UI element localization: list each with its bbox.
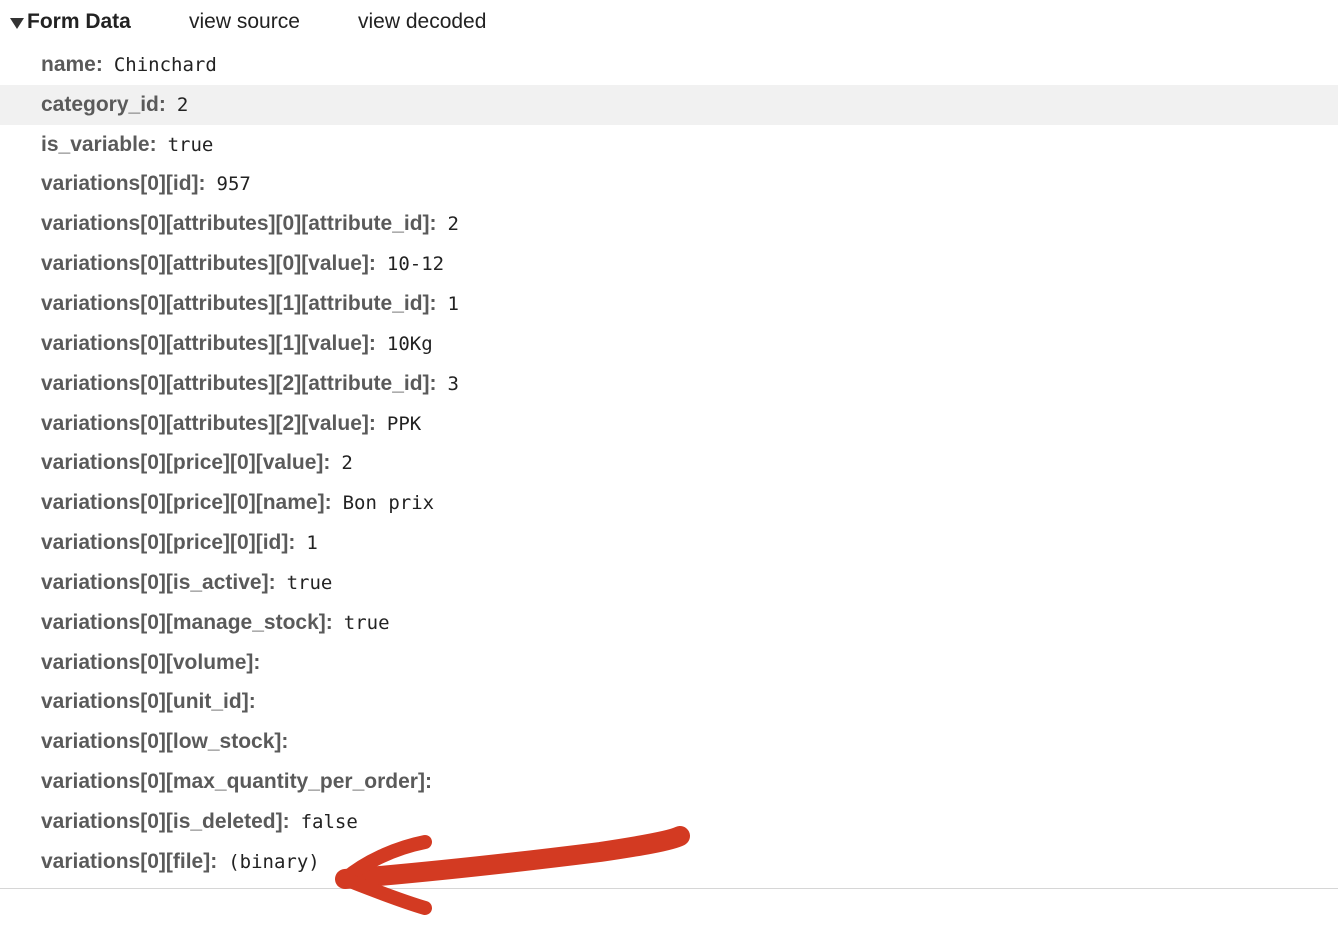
form-data-header: Form Data view source view decoded xyxy=(0,0,1338,44)
form-data-row: variations[0][volume]: xyxy=(0,643,1338,683)
form-data-row: variations[0][manage_stock]: true xyxy=(0,603,1338,643)
form-data-separator: : xyxy=(368,252,376,276)
form-data-toggle[interactable]: Form Data xyxy=(10,9,131,35)
form-data-row: variations[0][unit_id]: xyxy=(0,683,1338,723)
form-data-row: variations[0][file]: (binary) xyxy=(0,842,1338,882)
form-data-value: (binary) xyxy=(228,850,320,873)
form-data-key: is_variable xyxy=(41,132,150,156)
form-data-separator: : xyxy=(158,92,166,116)
form-data-key: variations[0][is_deleted] xyxy=(41,809,283,833)
form-data-separator: : xyxy=(288,531,296,555)
form-data-separator: : xyxy=(429,212,437,236)
form-data-separator: : xyxy=(324,491,332,515)
form-data-list: name: Chinchard category_id:2 is_variable: t… xyxy=(0,45,1338,882)
form-data-value: 3 xyxy=(447,372,459,395)
form-data-row: variations[0][id]:957 xyxy=(0,165,1338,205)
form-data-row: variations[0][attributes][1][value]:10Kg xyxy=(0,324,1338,364)
form-data-separator: : xyxy=(248,690,256,714)
form-data-separator: : xyxy=(282,809,290,833)
form-data-separator: : xyxy=(368,331,376,355)
form-data-key: variations[0][price][0][value] xyxy=(41,451,324,475)
form-data-separator: : xyxy=(429,371,437,395)
form-data-row: variations[0][max_quantity_per_order]: xyxy=(0,762,1338,802)
form-data-key: variations[0][is_active] xyxy=(41,570,269,594)
form-data-row: variations[0][is_deleted]: false xyxy=(0,802,1338,842)
form-data-key: variations[0][id] xyxy=(41,172,199,196)
section-divider xyxy=(0,888,1338,889)
form-data-row: variations[0][attributes][0][value]:10-1… xyxy=(0,244,1338,284)
form-data-value: 1 xyxy=(447,292,459,315)
form-data-separator: : xyxy=(198,172,206,196)
form-data-key: variations[0][attributes][1][attribute_i… xyxy=(41,291,430,315)
form-data-key: variations[0][low_stock] xyxy=(41,730,282,754)
arrow-head-bottom xyxy=(338,872,432,915)
form-data-row: variations[0][attributes][2][value]: PPK xyxy=(0,404,1338,444)
view-decoded-link[interactable]: view decoded xyxy=(358,9,486,35)
form-data-separator: : xyxy=(323,451,331,475)
form-data-separator: : xyxy=(253,650,261,674)
form-data-separator: : xyxy=(210,849,218,873)
form-data-value: Chinchard xyxy=(113,53,217,76)
form-data-separator: : xyxy=(281,730,289,754)
form-data-value: 957 xyxy=(216,173,251,196)
section-title: Form Data xyxy=(27,10,131,33)
form-data-value: 2 xyxy=(447,213,459,236)
form-data-key: variations[0][attributes][1][value] xyxy=(41,331,369,355)
triangle-down-icon xyxy=(10,17,24,29)
form-data-row: variations[0][price][0][name]: Bon prix xyxy=(0,483,1338,523)
form-data-row: variations[0][low_stock]: xyxy=(0,722,1338,762)
form-data-value: 10Kg xyxy=(386,332,433,355)
form-data-separator: : xyxy=(325,610,333,634)
form-data-separator: : xyxy=(95,52,103,76)
form-data-key: variations[0][max_quantity_per_order] xyxy=(41,770,425,794)
form-data-row: variations[0][attributes][2][attribute_i… xyxy=(0,364,1338,404)
form-data-value: false xyxy=(300,810,358,833)
form-data-value: 1 xyxy=(306,532,318,555)
view-source-link[interactable]: view source xyxy=(189,9,300,35)
form-data-value: true xyxy=(343,611,390,634)
form-data-row: variations[0][price][0][id]:1 xyxy=(0,523,1338,563)
form-data-key: name xyxy=(41,52,96,76)
form-data-key: variations[0][file] xyxy=(41,849,211,873)
form-data-row: variations[0][attributes][0][attribute_i… xyxy=(0,204,1338,244)
form-data-separator: : xyxy=(429,291,437,315)
form-data-key: variations[0][volume] xyxy=(41,650,254,674)
form-data-value: 2 xyxy=(341,452,353,475)
form-data-key: category_id xyxy=(41,92,159,116)
form-data-key: variations[0][attributes][2][value] xyxy=(41,411,369,435)
form-data-separator: : xyxy=(268,570,276,594)
form-data-value: 10-12 xyxy=(386,253,445,276)
form-data-key: variations[0][attributes][0][value] xyxy=(41,252,369,276)
form-data-key: variations[0][price][0][name] xyxy=(41,491,325,515)
form-data-value: Bon prix xyxy=(342,492,435,515)
form-data-row: variations[0][is_active]: true xyxy=(0,563,1338,603)
form-data-separator: : xyxy=(368,411,376,435)
form-data-separator: : xyxy=(424,770,432,794)
form-data-row: name: Chinchard xyxy=(0,45,1338,85)
form-data-key: variations[0][attributes][2][attribute_i… xyxy=(41,371,430,395)
form-data-row: variations[0][price][0][value]:2 xyxy=(0,443,1338,483)
form-data-value: true xyxy=(286,571,333,594)
form-data-row: variations[0][attributes][1][attribute_i… xyxy=(0,284,1338,324)
form-data-row: is_variable: true xyxy=(0,125,1338,165)
form-data-separator: : xyxy=(149,132,157,156)
form-data-key: variations[0][price][0][id] xyxy=(41,531,289,555)
form-data-row: category_id:2 xyxy=(0,84,1338,125)
form-data-key: variations[0][manage_stock] xyxy=(41,610,326,634)
form-data-value: 2 xyxy=(176,93,189,116)
form-data-value: PPK xyxy=(386,412,422,435)
form-data-value: true xyxy=(167,133,214,156)
form-data-key: variations[0][attributes][0][attribute_i… xyxy=(41,212,430,236)
form-data-key: variations[0][unit_id] xyxy=(41,690,249,714)
